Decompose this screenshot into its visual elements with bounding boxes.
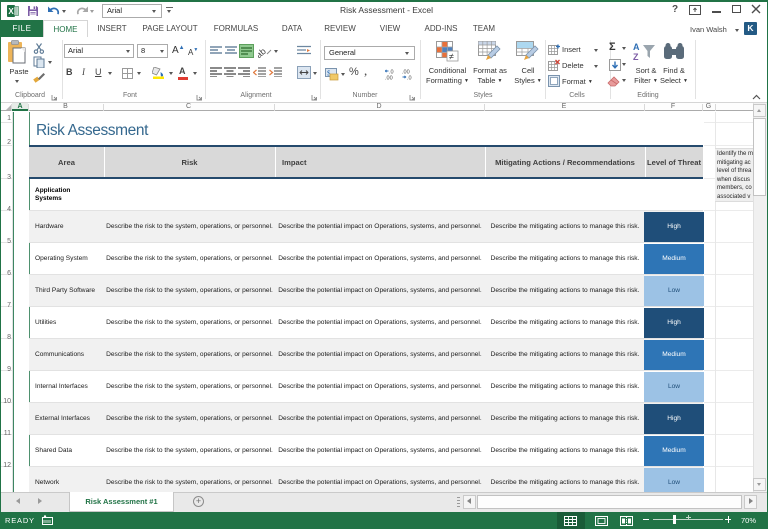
svg-text:ab: ab	[258, 46, 268, 58]
svg-text:.00: .00	[385, 76, 393, 81]
svg-text:Z: Z	[633, 52, 639, 62]
svg-text:A: A	[633, 42, 640, 52]
svg-text:≠: ≠	[449, 52, 454, 62]
svg-text:.0: .0	[407, 76, 412, 81]
svg-text:X: X	[8, 7, 14, 16]
